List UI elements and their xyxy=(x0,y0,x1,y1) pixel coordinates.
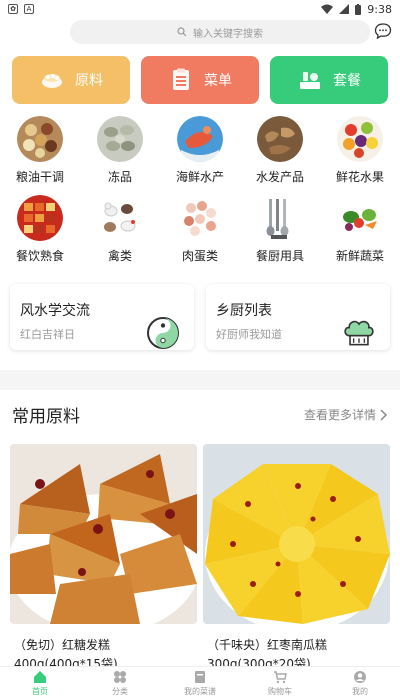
raw-materials-button[interactable]: 原料 xyxy=(12,56,130,104)
menu-button[interactable]: 菜单 xyxy=(141,56,259,104)
product-image xyxy=(10,444,197,624)
nav-category[interactable]: 分类 xyxy=(90,670,150,697)
nav-home[interactable]: 首页 xyxy=(10,670,70,697)
wifi-icon xyxy=(321,4,334,14)
category-icon xyxy=(114,671,126,683)
set-meal-button[interactable]: 套餐 xyxy=(270,56,388,104)
meat-egg-icon xyxy=(177,195,223,241)
nav-label: 分类 xyxy=(112,687,128,696)
top-buttons: 原料 菜单 套餐 xyxy=(12,56,388,104)
product-image xyxy=(203,444,390,624)
nav-cart[interactable]: 购物车 xyxy=(250,670,310,697)
menu-label: 菜单 xyxy=(204,73,232,89)
common-materials-header: 常用原料 查看更多详情 xyxy=(12,402,388,427)
category-label: 鲜花水果 xyxy=(335,170,384,184)
set-meal-icon xyxy=(300,72,320,89)
feature-cards: 风水学交流 红白吉祥日 乡厨列表 好厨师我知道 xyxy=(10,284,390,350)
product-card[interactable]: （千味央）红枣南瓜糕 300g(300g*20袋) xyxy=(203,444,390,671)
soaked-products-icon xyxy=(257,116,303,162)
product-name: （千味央）红枣南瓜糕 xyxy=(207,638,328,652)
profile-icon xyxy=(354,671,366,683)
cooked-food-icon xyxy=(17,195,63,241)
category-kitchenware[interactable]: 餐厨用具 xyxy=(240,195,320,264)
chef-hat-icon xyxy=(344,320,374,346)
category-poultry[interactable]: 禽类 xyxy=(80,195,160,264)
search-icon xyxy=(177,27,187,37)
chevron-right-icon xyxy=(380,408,388,421)
recipe-book-icon xyxy=(195,671,205,683)
grain-oil-icon xyxy=(17,116,63,162)
kitchenware-icon xyxy=(257,195,303,241)
battery-icon xyxy=(355,3,362,15)
category-grain-oil[interactable]: 粮油干调 xyxy=(0,116,80,185)
status-time: 9:38 xyxy=(367,2,392,16)
category-label: 海鲜水产 xyxy=(175,170,224,184)
category-grid: 粮油干调 冻品 海鲜水产 水发产品 鲜花水果 餐饮熟食 禽类 肉蛋类 餐厨用具 … xyxy=(0,116,400,264)
yin-yang-icon xyxy=(147,317,179,349)
vegetables-icon xyxy=(337,195,383,241)
product-card[interactable]: （免切）红糖发糕 400g(400g*15袋) xyxy=(10,444,197,671)
signal-icon xyxy=(339,4,350,14)
poultry-icon xyxy=(97,195,143,241)
nav-label: 购物车 xyxy=(268,687,292,696)
category-label: 新鲜蔬菜 xyxy=(335,249,384,263)
category-label: 粮油干调 xyxy=(15,170,64,184)
category-label: 冻品 xyxy=(107,170,132,184)
home-icon xyxy=(34,671,46,683)
raw-materials-label: 原料 xyxy=(75,73,103,89)
section-title: 常用原料 xyxy=(12,407,80,427)
nav-label: 首页 xyxy=(32,687,48,696)
section-divider xyxy=(0,370,400,390)
category-label: 餐饮熟食 xyxy=(15,249,64,263)
message-icon[interactable] xyxy=(374,22,392,40)
category-cooked-food[interactable]: 餐饮熟食 xyxy=(0,195,80,264)
view-more-link[interactable]: 查看更多详情 xyxy=(304,406,388,423)
status-bar: ✿ A 9:38 xyxy=(0,0,400,18)
category-label: 肉蛋类 xyxy=(181,249,218,263)
view-more-label: 查看更多详情 xyxy=(303,408,376,422)
category-vegetables[interactable]: 新鲜蔬菜 xyxy=(320,195,400,264)
product-name: （免切）红糖发糕 xyxy=(14,638,111,652)
category-flower-fruit[interactable]: 鲜花水果 xyxy=(320,116,400,185)
nav-my-recipes[interactable]: 我的菜谱 xyxy=(170,670,230,697)
chef-list-card[interactable]: 乡厨列表 好厨师我知道 xyxy=(206,284,390,350)
category-label: 禽类 xyxy=(107,249,132,263)
category-label: 餐厨用具 xyxy=(255,249,304,263)
category-meat-egg[interactable]: 肉蛋类 xyxy=(160,195,240,264)
flower-fruit-icon xyxy=(337,116,383,162)
nav-label: 我的 xyxy=(352,687,368,696)
app-status-icon: ✿ xyxy=(8,4,18,14)
nav-label: 我的菜谱 xyxy=(184,687,216,696)
category-soaked[interactable]: 水发产品 xyxy=(240,116,320,185)
category-seafood[interactable]: 海鲜水产 xyxy=(160,116,240,185)
set-meal-label: 套餐 xyxy=(333,73,361,89)
frozen-food-icon xyxy=(97,116,143,162)
search-input[interactable]: 输入关键字搜索 xyxy=(70,20,370,44)
category-label: 水发产品 xyxy=(255,170,304,184)
fengshui-card[interactable]: 风水学交流 红白吉祥日 xyxy=(10,284,194,350)
a-status-icon: A xyxy=(24,4,34,14)
nav-profile[interactable]: 我的 xyxy=(330,670,390,697)
search-placeholder: 输入关键字搜索 xyxy=(193,28,263,40)
product-list: （免切）红糖发糕 400g(400g*15袋) （千味央）红枣南瓜糕 300g(… xyxy=(10,444,390,671)
basket-icon xyxy=(42,74,62,88)
cart-icon xyxy=(274,671,287,684)
bottom-nav: 首页 分类 我的菜谱 购物车 我的 xyxy=(0,666,400,700)
seafood-icon xyxy=(177,116,223,162)
menu-list-icon xyxy=(173,68,189,90)
category-frozen[interactable]: 冻品 xyxy=(80,116,160,185)
